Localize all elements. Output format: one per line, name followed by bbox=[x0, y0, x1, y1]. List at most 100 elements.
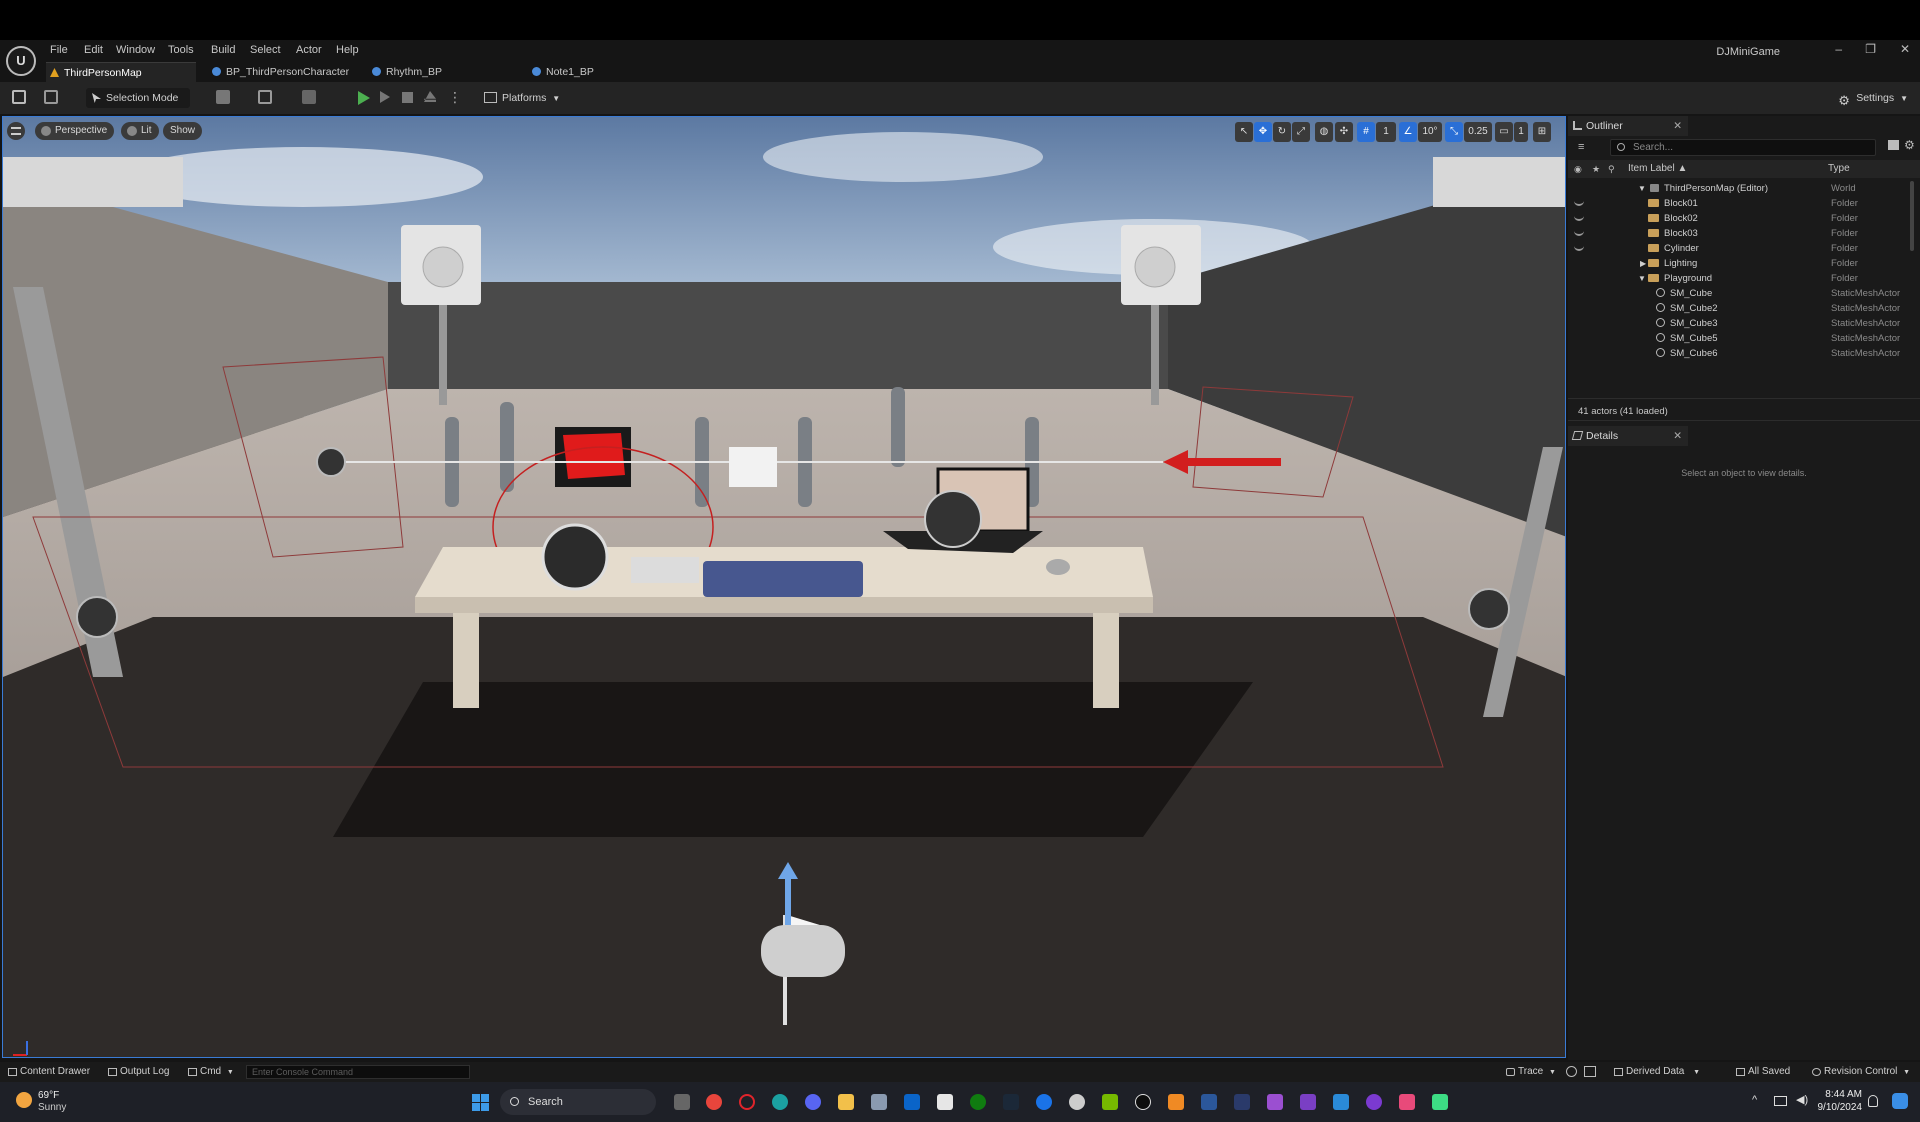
vscode-icon[interactable] bbox=[1333, 1094, 1349, 1110]
add-folder-icon[interactable] bbox=[1888, 140, 1899, 150]
menu-window[interactable]: Window bbox=[116, 44, 155, 56]
all-saved-button[interactable]: All Saved bbox=[1734, 1065, 1790, 1079]
weather-description[interactable]: Sunny bbox=[38, 1102, 66, 1113]
select-tool-icon[interactable]: ↖ bbox=[1235, 122, 1253, 142]
network-icon[interactable] bbox=[1774, 1096, 1787, 1106]
collapse-arrow-icon[interactable]: ▼ bbox=[1638, 271, 1646, 286]
tab-bp-thirdpersoncharacter[interactable]: BP_ThirdPersonCharacter bbox=[208, 62, 358, 82]
visibility-icon[interactable] bbox=[1574, 200, 1584, 206]
eject-icon[interactable] bbox=[424, 91, 436, 102]
outliner-row[interactable]: SM_Cube5 StaticMeshActor bbox=[1568, 331, 1920, 346]
tab-note1-bp[interactable]: Note1_BP bbox=[528, 62, 678, 82]
file-explorer-icon[interactable] bbox=[838, 1094, 854, 1110]
xbox-icon[interactable] bbox=[970, 1094, 986, 1110]
outliner-row[interactable]: SM_Cube3 StaticMeshActor bbox=[1568, 316, 1920, 331]
perspective-dropdown[interactable]: Perspective bbox=[35, 122, 115, 140]
menu-actor[interactable]: Actor bbox=[296, 44, 322, 56]
tab-rhythm-bp[interactable]: Rhythm_BP bbox=[368, 62, 518, 82]
camera-speed-icon[interactable]: ▭ bbox=[1495, 122, 1513, 142]
close-icon[interactable]: ✕ bbox=[1673, 116, 1682, 136]
visual-studio-icon[interactable] bbox=[1300, 1094, 1316, 1110]
chrome-icon[interactable] bbox=[706, 1094, 722, 1110]
outliner-row[interactable]: ▼ Playground Folder bbox=[1568, 271, 1920, 286]
discord-icon[interactable] bbox=[805, 1094, 821, 1110]
world-space-icon[interactable]: ◍ bbox=[1315, 122, 1333, 142]
output-log-button[interactable]: Output Log bbox=[106, 1065, 169, 1079]
weather-temperature[interactable]: 69°F bbox=[38, 1090, 59, 1101]
viewport-layout-icon[interactable]: ⊞ bbox=[1533, 122, 1551, 142]
item-label-column[interactable]: Item Label ▲ bbox=[1628, 160, 1687, 178]
scale-snap-value[interactable]: 0.25 bbox=[1464, 122, 1492, 142]
add-actor-icon[interactable] bbox=[216, 90, 230, 104]
scale-tool-icon[interactable]: ⤢ bbox=[1292, 122, 1310, 142]
tab-thirdpersonmap[interactable]: ThirdPersonMap bbox=[46, 62, 196, 82]
collapse-arrow-icon[interactable]: ▼ bbox=[1638, 181, 1646, 196]
app-icon[interactable] bbox=[1036, 1094, 1052, 1110]
copilot-icon[interactable] bbox=[1892, 1093, 1908, 1109]
blueprint-menu-icon[interactable] bbox=[258, 90, 272, 104]
close-icon[interactable]: ✕ bbox=[1673, 426, 1682, 446]
menu-help[interactable]: Help bbox=[336, 44, 359, 56]
store-icon[interactable] bbox=[937, 1094, 953, 1110]
settings-dropdown[interactable]: ⚙ Settings ▼ bbox=[1838, 88, 1908, 108]
windows-start-icon[interactable] bbox=[472, 1094, 490, 1112]
translate-tool-icon[interactable]: ✥ bbox=[1254, 122, 1272, 142]
notifications-icon[interactable] bbox=[1868, 1095, 1878, 1107]
trace-dropdown[interactable]: Trace ▼ bbox=[1504, 1065, 1556, 1079]
derived-data-dropdown[interactable]: Derived Data ▼ bbox=[1612, 1065, 1700, 1079]
outliner-row[interactable]: SM_Cube2 StaticMeshActor bbox=[1568, 301, 1920, 316]
photos-icon[interactable] bbox=[871, 1094, 887, 1110]
rotation-snap-icon[interactable]: ∠ bbox=[1399, 122, 1417, 142]
viewport-menu-button[interactable] bbox=[7, 122, 25, 140]
app-icon[interactable] bbox=[1069, 1094, 1085, 1110]
task-view-icon[interactable] bbox=[674, 1094, 690, 1110]
grid-snap-icon[interactable]: # bbox=[1357, 122, 1375, 142]
favorite-column-icon[interactable]: ★ bbox=[1592, 160, 1600, 178]
rotation-snap-value[interactable]: 10° bbox=[1418, 122, 1442, 142]
outlook-icon[interactable] bbox=[904, 1094, 920, 1110]
lit-dropdown[interactable]: Lit bbox=[121, 122, 159, 140]
outliner-search-input[interactable]: Search... bbox=[1610, 139, 1876, 156]
grid-snap-value[interactable]: 1 bbox=[1376, 122, 1396, 142]
edge-icon[interactable] bbox=[772, 1094, 788, 1110]
unreal-logo-icon[interactable]: U bbox=[6, 46, 36, 76]
step-icon[interactable] bbox=[380, 91, 390, 103]
more-options-icon[interactable]: ⋮ bbox=[448, 89, 462, 106]
revision-control-dropdown[interactable]: Revision Control ▼ bbox=[1810, 1065, 1910, 1079]
screenshot-icon[interactable] bbox=[1584, 1066, 1596, 1077]
outliner-row[interactable]: SM_Cube StaticMeshActor bbox=[1568, 286, 1920, 301]
visibility-icon[interactable] bbox=[1574, 245, 1584, 251]
play-icon[interactable] bbox=[358, 91, 370, 105]
menu-file[interactable]: File bbox=[50, 44, 68, 56]
surface-snap-icon[interactable]: ✣ bbox=[1335, 122, 1353, 142]
show-hidden-icons-icon[interactable]: ^ bbox=[1752, 1094, 1757, 1106]
visibility-icon[interactable] bbox=[1574, 215, 1584, 221]
filter-icon[interactable]: ≡ bbox=[1578, 141, 1584, 153]
save-icon[interactable] bbox=[12, 90, 26, 104]
selection-mode-dropdown[interactable]: Selection Mode ▼ bbox=[86, 88, 190, 123]
menu-build[interactable]: Build bbox=[211, 44, 235, 56]
stop-icon[interactable] bbox=[402, 92, 413, 103]
outliner-row[interactable]: Cylinder Folder bbox=[1568, 241, 1920, 256]
app-icon[interactable] bbox=[1168, 1094, 1184, 1110]
show-dropdown[interactable]: Show bbox=[163, 122, 203, 140]
cinematics-icon[interactable] bbox=[302, 90, 316, 104]
outliner-row[interactable]: Block02 Folder bbox=[1568, 211, 1920, 226]
volume-icon[interactable]: ◀) bbox=[1796, 1093, 1808, 1106]
content-drawer-button[interactable]: Content Drawer bbox=[6, 1065, 90, 1079]
pin-column-icon[interactable]: ⚲ bbox=[1608, 160, 1615, 178]
minimize-icon[interactable]: – bbox=[1835, 42, 1842, 56]
details-tab[interactable]: Details ✕ bbox=[1568, 426, 1688, 446]
outliner-tab[interactable]: Outliner ✕ bbox=[1568, 116, 1688, 136]
cmd-dropdown[interactable]: Cmd ▼ bbox=[186, 1065, 234, 1079]
outliner-settings-icon[interactable]: ⚙ bbox=[1904, 138, 1915, 152]
clock-time[interactable]: 8:44 AM bbox=[1825, 1089, 1862, 1100]
outliner-row[interactable]: ▶ Lighting Folder bbox=[1568, 256, 1920, 271]
menu-select[interactable]: Select bbox=[250, 44, 281, 56]
outliner-row[interactable]: SM_Cube6 StaticMeshActor bbox=[1568, 346, 1920, 361]
outliner-row[interactable]: Block01 Folder bbox=[1568, 196, 1920, 211]
unreal-engine-taskbar-icon[interactable] bbox=[1135, 1094, 1151, 1110]
visibility-column-icon[interactable]: ◉ bbox=[1574, 160, 1582, 178]
scale-snap-icon[interactable]: ⤡ bbox=[1445, 122, 1463, 142]
restore-icon[interactable]: ❐ bbox=[1865, 42, 1876, 56]
